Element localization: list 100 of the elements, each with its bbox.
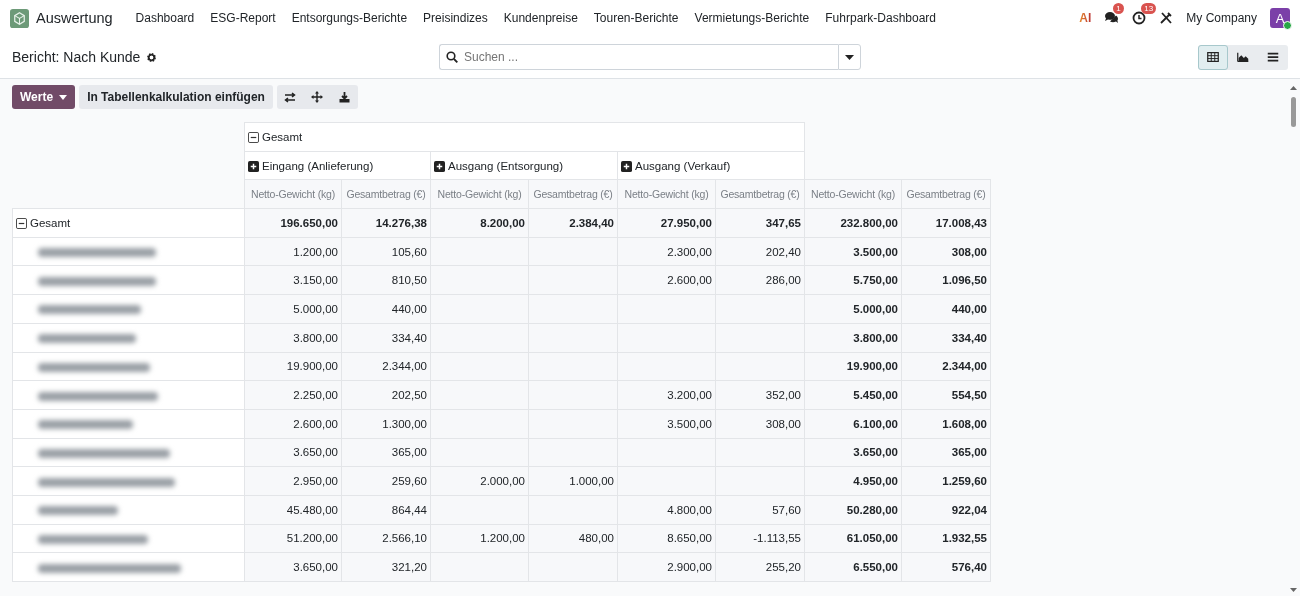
table-cell: 51.200,00 — [244, 524, 342, 553]
row-header[interactable]: Gesamt — [12, 208, 245, 238]
table-cell: 5.000,00 — [804, 294, 902, 324]
nav-menu-item[interactable]: Dashboard — [127, 11, 203, 25]
table-cell: 14.276,38 — [341, 208, 431, 238]
table-cell: 8.200,00 — [430, 208, 529, 238]
table-cell: 4.950,00 — [804, 466, 902, 496]
table-cell: 105,60 — [341, 237, 431, 266]
table-cell: 365,00 — [901, 438, 991, 467]
measure-header[interactable]: Gesamtbetrag (€) — [341, 179, 431, 209]
table-cell: 19.900,00 — [244, 352, 342, 381]
table-cell: 922,04 — [901, 495, 991, 525]
table-cell: 864,44 — [341, 495, 431, 525]
table-cell: 17.008,43 — [901, 208, 991, 238]
table-cell: 321,20 — [341, 552, 431, 582]
table-cell: 352,00 — [715, 380, 805, 410]
column-header[interactable]: Ausgang (Entsorgung) — [430, 151, 618, 180]
table-cell: 2.344,00 — [341, 352, 431, 381]
list-icon — [1266, 52, 1280, 62]
table-cell: 2.384,40 — [528, 208, 618, 238]
table-cell: 3.800,00 — [244, 323, 342, 352]
measure-header[interactable]: Netto-Gewicht (kg) — [430, 179, 529, 209]
table-cell: 4.800,00 — [617, 495, 716, 525]
table-cell: 2.600,00 — [244, 409, 342, 439]
nav-menu-item[interactable]: Entsorgungs-Berichte — [283, 11, 416, 25]
table-cell: 1.259,60 — [901, 466, 991, 496]
chat-icon[interactable] — [1104, 11, 1120, 25]
table-cell: 3.800,00 — [804, 323, 902, 352]
table-cell: 259,60 — [341, 466, 431, 496]
table-cell: 1.096,50 — [901, 265, 991, 295]
table-cell: 5.000,00 — [244, 294, 342, 324]
column-header[interactable]: Gesamt — [244, 122, 805, 152]
nav-menu-item[interactable]: ESG-Report — [202, 11, 284, 25]
nav-menu-item[interactable]: Preisindizes — [415, 11, 496, 25]
breadcrumb-title: Bericht: Nach Kunde — [12, 49, 141, 65]
table-cell: 5.750,00 — [804, 265, 902, 295]
measure-header[interactable]: Gesamtbetrag (€) — [901, 179, 991, 209]
table-cell: 347,65 — [715, 208, 805, 238]
notification-badge: 1 — [1113, 3, 1124, 14]
table-cell: 1.932,55 — [901, 524, 991, 553]
tools-icon[interactable] — [1159, 11, 1174, 25]
table-cell: 50.280,00 — [804, 495, 902, 525]
table-cell: 2.250,00 — [244, 380, 342, 410]
column-header[interactable]: Eingang (Anlieferung) — [244, 151, 431, 180]
search-field[interactable]: Suchen ... — [439, 44, 838, 70]
table-cell: 8.650,00 — [617, 524, 716, 553]
expand-icon[interactable] — [434, 160, 445, 172]
column-header[interactable]: Ausgang (Verkauf) — [617, 151, 805, 180]
nav-menu-item[interactable]: Vermietungs-Berichte — [686, 11, 818, 25]
table-icon — [1207, 52, 1219, 62]
app-name[interactable]: Auswertung — [36, 10, 113, 26]
table-cell: 6.100,00 — [804, 409, 902, 439]
table-cell: 1.300,00 — [341, 409, 431, 439]
company-name[interactable]: My Company — [1186, 11, 1257, 25]
swap-arrows-icon — [284, 91, 297, 103]
view-switch-button[interactable] — [1198, 44, 1228, 70]
user-avatar[interactable]: A — [1270, 8, 1290, 28]
table-cell: 810,50 — [341, 265, 431, 295]
area-chart-icon — [1237, 52, 1249, 62]
table-cell: 334,40 — [901, 323, 991, 352]
insert-spreadsheet-button[interactable]: In Tabellenkalkulation einfügen — [79, 85, 273, 109]
table-cell: 365,00 — [341, 438, 431, 467]
table-cell: 440,00 — [901, 294, 991, 324]
table-cell: 2.300,00 — [617, 237, 716, 266]
settings-icon[interactable] — [146, 51, 158, 63]
measure-header[interactable]: Netto-Gewicht (kg) — [804, 179, 902, 209]
table-cell: 27.950,00 — [617, 208, 716, 238]
nav-menu-item[interactable]: Touren-Berichte — [585, 11, 687, 25]
app-logo-icon[interactable] — [10, 8, 29, 28]
ai-icon[interactable]: AI — [1079, 11, 1092, 25]
table-cell: 61.050,00 — [804, 524, 902, 553]
table-cell: 255,20 — [715, 552, 805, 582]
measure-header[interactable]: Gesamtbetrag (€) — [528, 179, 618, 209]
search-options-button[interactable] — [838, 44, 861, 70]
table-cell: 308,00 — [901, 237, 991, 266]
measure-header[interactable]: Gesamtbetrag (€) — [715, 179, 805, 209]
collapse-icon[interactable] — [16, 217, 27, 229]
table-cell: 334,40 — [341, 323, 431, 352]
measures-dropdown-button[interactable]: Werte — [12, 85, 76, 109]
measure-header[interactable]: Netto-Gewicht (kg) — [617, 179, 716, 209]
table-cell: 2.600,00 — [617, 265, 716, 295]
table-cell: 1.000,00 — [528, 466, 618, 496]
table-cell: 3.200,00 — [617, 380, 716, 410]
measure-header[interactable]: Netto-Gewicht (kg) — [244, 179, 342, 209]
collapse-icon[interactable] — [248, 131, 259, 143]
table-cell: 440,00 — [341, 294, 431, 324]
table-cell: 480,00 — [528, 524, 618, 553]
table-cell: 45.480,00 — [244, 495, 342, 525]
nav-menu-item[interactable]: Kundenpreise — [495, 11, 586, 25]
caret-icon — [59, 94, 68, 100]
table-cell: 196.650,00 — [244, 208, 342, 238]
table-cell: 2.900,00 — [617, 552, 716, 582]
expand-icon[interactable] — [248, 160, 259, 172]
clock-icon[interactable] — [1132, 11, 1147, 25]
table-cell: 5.450,00 — [804, 380, 902, 410]
table-cell: 3.150,00 — [244, 265, 342, 295]
nav-menu-item[interactable]: Fuhrpark-Dashboard — [817, 11, 944, 25]
expand-icon[interactable] — [621, 160, 632, 172]
table-cell: 2.566,10 — [341, 524, 431, 553]
table-cell: 308,00 — [715, 409, 805, 439]
